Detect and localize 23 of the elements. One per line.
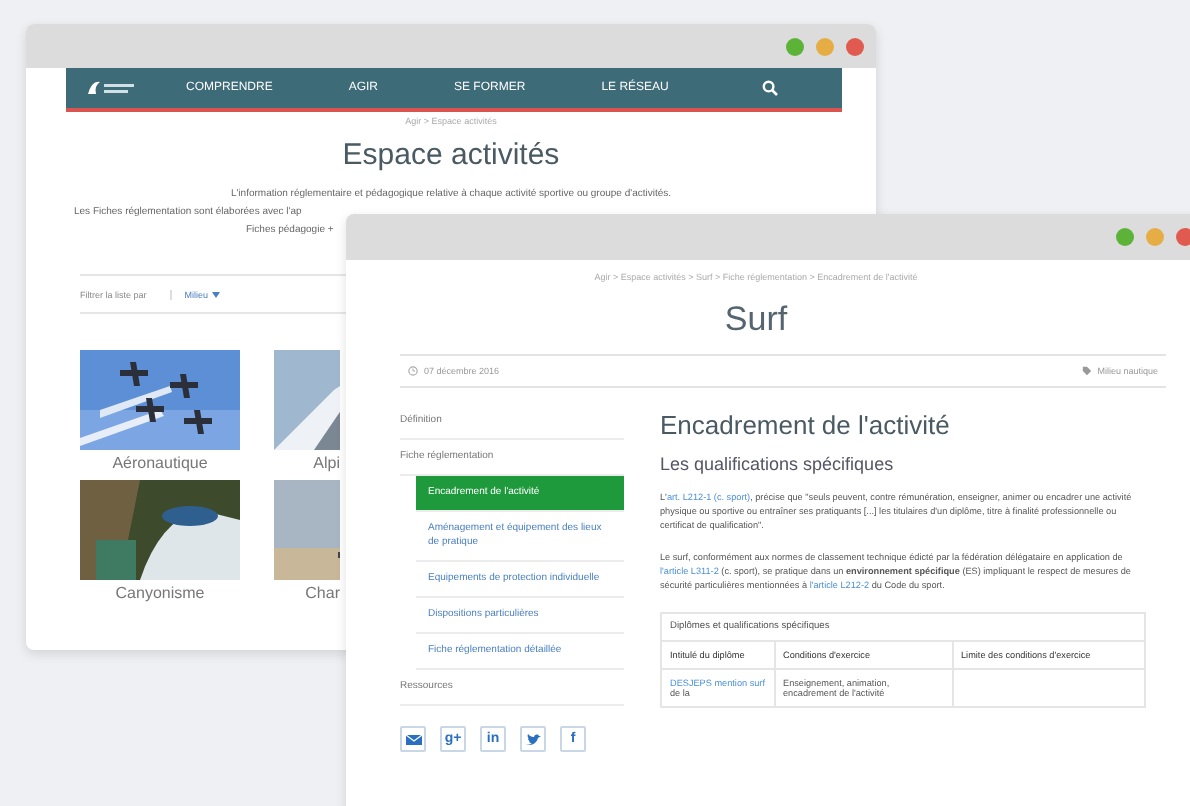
share-button[interactable] [520, 726, 546, 752]
section-subheading: Les qualifications spécifiques [660, 454, 896, 474]
tile-label[interactable]: Canyonisme [80, 584, 240, 602]
clock-icon [408, 366, 418, 376]
bird-icon [525, 731, 541, 747]
tag-icon [1081, 366, 1092, 376]
page-title: Espace activités [340, 138, 562, 172]
tile-label[interactable]: Alpi [274, 454, 340, 472]
tile-label[interactable]: Aéronautique [80, 454, 240, 472]
search-icon[interactable] [762, 80, 778, 96]
window-dot[interactable] [1116, 228, 1134, 246]
window-dot[interactable] [1146, 228, 1164, 246]
logo-icon [86, 78, 138, 98]
email-icon [405, 731, 421, 747]
window-dot[interactable] [1176, 228, 1190, 246]
window-dot[interactable] [786, 37, 804, 55]
caret-icon [212, 291, 221, 298]
share-button[interactable] [400, 726, 426, 752]
tile-label[interactable]: Char [274, 584, 340, 602]
page-title: Surf [722, 300, 790, 340]
section-heading: Encadrement de l'activité [660, 410, 952, 440]
window-dot[interactable] [816, 37, 834, 55]
window-dot[interactable] [846, 37, 864, 55]
